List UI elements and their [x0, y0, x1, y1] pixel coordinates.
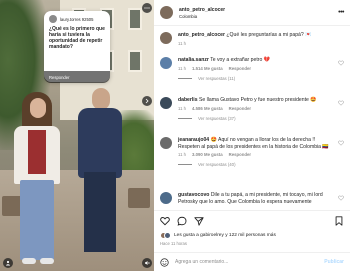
person-man	[92, 88, 110, 110]
comment-icon[interactable]	[177, 216, 187, 226]
bookmark-icon[interactable]	[334, 216, 344, 226]
view-replies-button[interactable]: Ver respuestas (37)	[178, 116, 336, 121]
like-comment-heart-icon[interactable]	[338, 140, 344, 146]
author-avatar[interactable]	[160, 6, 173, 19]
heart-icon[interactable]	[160, 216, 170, 226]
speaker-muted-icon	[145, 261, 150, 265]
sticker-reply-bar[interactable]: Responder	[44, 71, 110, 83]
view-replies-button[interactable]: Ver respuestas (11)	[178, 76, 336, 81]
comments-list[interactable]: anto_petro_alcocer ¿Qué les preguntarías…	[154, 26, 350, 210]
comment-likes[interactable]: 4.586 Me gusta	[192, 106, 223, 111]
publish-button[interactable]: Publicar	[324, 259, 344, 265]
tagged-users-button[interactable]	[3, 258, 13, 268]
sticker-avatar	[49, 15, 57, 23]
chevron-right-icon	[145, 98, 149, 104]
view-replies-label: Ver respuestas (40)	[198, 162, 236, 168]
caption-time: 11 h	[178, 40, 187, 46]
share-icon[interactable]	[194, 216, 204, 226]
view-replies-label: Ver respuestas (11)	[198, 75, 236, 81]
more-options-button[interactable]	[142, 3, 152, 13]
sticker-question: ¿Qué es lo primero que haría si tuviera …	[49, 26, 105, 50]
person-icon	[6, 260, 10, 266]
comment-time: 11 h	[178, 65, 187, 71]
caption-username[interactable]: anto_petro_alcocer	[178, 32, 225, 38]
more-horizontal-icon[interactable]: •••	[338, 9, 344, 16]
comment-time: 11 h	[178, 152, 187, 158]
reel-video[interactable]: laury.torres 92505 ¿Qué es lo primero qu…	[0, 0, 154, 271]
post-details-panel: anto_petro_alcocer Colombia ••• anto_pet…	[154, 0, 350, 271]
comment-text: Te voy a extrañar petro 💔	[210, 57, 271, 63]
likes-summary[interactable]: Les gusta a gabiroelrey y 122 mil person…	[160, 232, 276, 239]
commenter-username[interactable]: jeanaraujo04	[178, 137, 209, 143]
commenter-avatar[interactable]	[160, 97, 172, 109]
mute-button[interactable]	[142, 258, 152, 268]
comment-time: 11 h	[178, 105, 187, 111]
like-comment-heart-icon[interactable]	[338, 195, 344, 201]
comment-composer: Publicar	[154, 252, 350, 271]
post-location[interactable]: Colombia	[179, 14, 225, 19]
sticker-username: laury.torres 92505	[60, 16, 94, 22]
post-time: Hace 11 horas	[160, 241, 187, 246]
comment-likes[interactable]: 3.090 Me gusta	[192, 152, 223, 157]
reply-button[interactable]: Responder	[229, 106, 251, 111]
commenter-username[interactable]: gustavocovo	[178, 192, 209, 198]
commenter-username[interactable]: natalia.sanzr	[178, 57, 209, 63]
emoji-icon[interactable]	[160, 257, 169, 267]
more-icon	[144, 7, 150, 9]
commenter-avatar[interactable]	[160, 137, 172, 149]
view-replies-button[interactable]: Ver respuestas (40)	[178, 162, 336, 167]
like-comment-heart-icon[interactable]	[338, 60, 344, 66]
likes-text[interactable]: Les gusta a gabiroelrey y 122 mil person…	[174, 233, 276, 238]
commenter-username[interactable]: daberlis	[178, 97, 198, 103]
reply-button[interactable]: Responder	[229, 66, 251, 71]
author-username[interactable]: anto_petro_alcocer	[179, 7, 225, 13]
sticker-reply-label: Responder	[49, 74, 70, 80]
planter	[128, 188, 150, 208]
comment-input[interactable]	[175, 259, 325, 265]
commenter-avatar[interactable]	[160, 192, 172, 204]
reply-button[interactable]: Responder	[229, 152, 251, 157]
like-comment-heart-icon[interactable]	[338, 100, 344, 106]
comment-likes[interactable]: 1.514 Me gusta	[192, 66, 223, 71]
caption-text: ¿Qué les preguntarías a mi papá? 💌	[226, 32, 312, 38]
caption-avatar[interactable]	[160, 32, 172, 44]
post-header: anto_petro_alcocer Colombia •••	[154, 0, 350, 26]
commenter-avatar[interactable]	[160, 57, 172, 69]
next-button[interactable]	[142, 96, 152, 106]
liker-avatar	[164, 232, 171, 239]
post-actions: Les gusta a gabiroelrey y 122 mil person…	[154, 210, 350, 270]
view-replies-label: Ver respuestas (37)	[198, 115, 236, 121]
comment-text: Se llama Gustavo Petro y fue nuestro pre…	[198, 97, 317, 103]
